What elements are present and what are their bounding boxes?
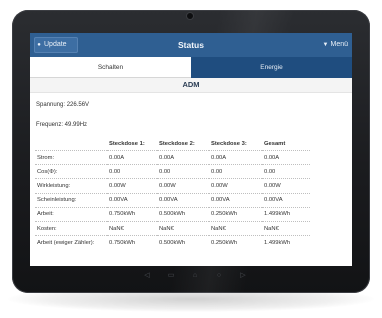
table-row: Cos(Φ): 0.00 0.00 0.00 0.00 <box>35 164 310 179</box>
row-label: Wirkleistung: <box>35 178 107 194</box>
table-cell: 0.00VA <box>107 192 157 208</box>
search-icon[interactable]: ○ <box>212 270 226 282</box>
table-cell: 0.500kWh <box>157 206 209 222</box>
table-cell: 0.00A <box>262 149 310 165</box>
table-cell: 1.499kWh <box>262 235 310 250</box>
table-header-socket-2: Steckdose 2: <box>159 140 195 147</box>
row-label: Scheinleistung: <box>35 192 107 208</box>
tab-bar: Schalten Energie <box>30 57 352 78</box>
table-cell: 0.250kWh <box>209 235 262 250</box>
table-cell: 0.00 <box>107 164 157 179</box>
row-label: Cos(Φ): <box>35 164 107 179</box>
row-label: Arbeit (ewiger Zähler): <box>35 235 107 250</box>
tab-energie[interactable]: Energie <box>191 57 352 78</box>
table-cell: 0.00 <box>262 164 310 179</box>
table-row: Arbeit: 0.750kWh 0.500kWh 0.250kWh 1.499… <box>35 206 310 222</box>
table-cell: NaN€ <box>262 220 310 236</box>
table-row: Arbeit (ewiger Zähler): 0.750kWh 0.500kW… <box>35 235 310 250</box>
table-header-row: Steckdose 1: Steckdose 2: Steckdose 3: G… <box>35 137 310 151</box>
table-row: Strom: 0.00A 0.00A 0.00A 0.00A <box>35 149 310 165</box>
table-cell: 0.00 <box>157 164 209 179</box>
table-row: Kosten: NaN€ NaN€ NaN€ NaN€ <box>35 220 310 236</box>
table-cell: 0.00VA <box>209 192 262 208</box>
table-cell: 0.00W <box>262 178 310 194</box>
table-cell: NaN€ <box>107 220 157 236</box>
table-cell: 0.00W <box>209 178 262 194</box>
home-icon[interactable]: ⌂ <box>188 270 202 282</box>
table-row: Wirkleistung: 0.00W 0.00W 0.00W 0.00W <box>35 178 310 194</box>
back-icon[interactable]: ◁ <box>140 270 154 282</box>
section-title: ADM <box>30 78 352 93</box>
home-outline-icon[interactable]: ▭ <box>164 270 178 282</box>
table-cell: 1.499kWh <box>262 206 310 222</box>
table-header-socket-1: Steckdose 1: <box>109 140 145 147</box>
table-cell: NaN€ <box>209 220 262 236</box>
table-cell: 0.00 <box>209 164 262 179</box>
row-label: Arbeit: <box>35 206 107 222</box>
table-header-socket-3: Steckdose 3: <box>211 140 247 147</box>
voltage-readout: Spannung: 226.56V <box>36 102 90 108</box>
table-cell: NaN€ <box>157 220 209 236</box>
app-screen: ● Update Status ▼ Menü Schalten Energie AD… <box>30 33 352 266</box>
table-header-label <box>35 137 107 151</box>
page-title: Status <box>178 40 204 50</box>
row-label: Strom: <box>35 149 107 165</box>
table-cell: 0.00VA <box>157 192 209 208</box>
frequency-readout: Frequenz: 49.99Hz <box>36 122 88 128</box>
measurement-table: Steckdose 1: Steckdose 2: Steckdose 3: G… <box>35 137 310 250</box>
menu-button[interactable]: ▼ Menü <box>310 37 348 53</box>
table-cell: 0.500kWh <box>157 235 209 250</box>
device-nav-bar: ◁ ▭ ⌂ ○ ▷ <box>140 270 250 282</box>
chevron-down-icon: ▼ <box>322 42 329 48</box>
table-cell: 0.00VA <box>262 192 310 208</box>
table-cell: 0.750kWh <box>107 235 157 250</box>
menu-label: Menü <box>330 41 348 48</box>
table-cell: 0.00A <box>107 149 157 165</box>
table-row: Scheinleistung: 0.00VA 0.00VA 0.00VA 0.0… <box>35 192 310 208</box>
header-bar: ● Update Status ▼ Menü <box>30 33 352 57</box>
menu-icon[interactable]: ▷ <box>236 270 250 282</box>
table-cell: 0.00W <box>157 178 209 194</box>
camera-icon <box>187 13 193 19</box>
row-label: Kosten: <box>35 220 107 236</box>
tab-schalten[interactable]: Schalten <box>30 57 191 78</box>
table-cell: 0.250kWh <box>209 206 262 222</box>
table-cell: 0.00W <box>107 178 157 194</box>
table-cell: 0.00A <box>209 149 262 165</box>
table-cell: 0.750kWh <box>107 206 157 222</box>
table-header-total: Gesamt <box>264 140 286 147</box>
table-cell: 0.00A <box>157 149 209 165</box>
